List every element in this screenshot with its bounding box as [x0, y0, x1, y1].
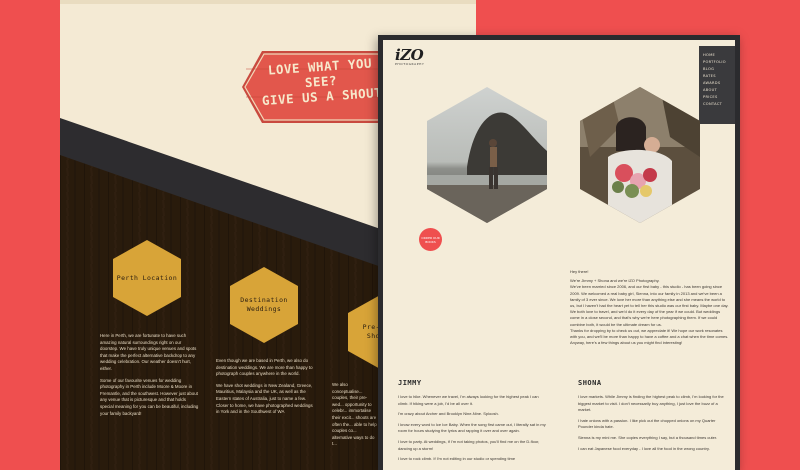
prewedding-paragraph: We also conceptualise... couples, their … [332, 382, 378, 452]
shona-photo-hex [580, 87, 700, 223]
destination-paragraph: Even though we are based in Perth, we al… [216, 358, 316, 416]
shona-facts: I love markets. While Jimmy is finding t… [578, 394, 728, 456]
intro-line-5: Anyway, here's a few things about us you… [570, 340, 683, 346]
intro-line-4: Thanks for dropping by to check us out, … [570, 327, 729, 340]
logo-subtitle: PHOTOGRAPHY [395, 62, 425, 66]
jimmy-heading: JIMMY [398, 379, 422, 387]
shona-fact-2: I hate onions with a passion. I like pic… [578, 417, 716, 430]
order-books-button[interactable]: ORDER OUR BOOKS [419, 228, 442, 251]
shout-headline: LOVE WHAT YOU SEE? GIVE US A SHOUT [257, 55, 386, 109]
intro-text: Hey there! We're Jimmy + Shona and we're… [570, 269, 730, 346]
jimmy-fact-5: I love to rock climb. If I'm not editing… [398, 456, 516, 462]
shona-fact-3: Sienna is my mini me. She copies everyth… [578, 434, 718, 440]
nav-item-portfolio[interactable]: PORTFOLIO [699, 59, 735, 66]
nav-menu: HOME PORTFOLIO BLOG RATES AWARDS ABOUT P… [699, 46, 735, 124]
shona-fact-1: I love markets. While Jimmy is finding t… [578, 394, 724, 413]
jimmy-fact-3: I know every word to Ice Ice Baby. When … [398, 421, 546, 434]
intro-greeting: Hey there! [570, 269, 589, 274]
intro-line-2: We've been married since 2006, and our f… [570, 284, 729, 309]
nav-item-blog[interactable]: BLOG [699, 66, 735, 73]
perth-paragraph: Here in Perth, we are fortunate to have … [100, 333, 200, 417]
nav-item-rates[interactable]: RATES [699, 73, 735, 80]
destination-weddings-label: Destination Weddings [240, 296, 288, 313]
shona-heading: SHONA [578, 379, 602, 387]
destination-paragraph-2: We have shot weddings in New Zealand, Gr… [216, 382, 313, 415]
nav-item-awards[interactable]: AWARDS [699, 80, 735, 87]
nav-item-about[interactable]: ABOUT [699, 87, 735, 94]
nav-item-contact[interactable]: CONTACT [699, 101, 735, 108]
intro-line-3: We both love to travel, and we'd do it e… [570, 309, 721, 327]
shona-fact-4: I can eat Japanese food everyday - I lov… [578, 445, 710, 451]
destination-paragraph-1: Even though we are based in Perth, we al… [216, 358, 313, 377]
perth-location-label: Perth Location [116, 273, 178, 282]
nav-item-prices[interactable]: PRICES [699, 94, 735, 101]
perth-location-hex[interactable]: Perth Location [113, 240, 181, 316]
prewedding-paragraph-1: We also conceptualise... couples, their … [332, 382, 377, 447]
jimmy-facts: I love to hike. Whenever we travel, I'm … [398, 394, 548, 467]
destination-weddings-hex[interactable]: Destination Weddings [230, 267, 298, 343]
jimmy-fact-2: I'm crazy about Archer and Brooklyn Nine… [398, 411, 499, 417]
right-page-mockup: iZO PHOTOGRAPHY HOME PORTFOLIO BLOG RATE… [378, 35, 740, 470]
perth-paragraph-2: Some of our favourite venues for wedding… [100, 377, 199, 416]
jimmy-fact-1: I love to hike. Whenever we travel, I'm … [398, 394, 539, 406]
nav-item-home[interactable]: HOME [699, 52, 735, 59]
jimmy-photo-hex [427, 87, 547, 223]
jimmy-fact-4: I love to party. At weddings, if I'm not… [398, 438, 540, 451]
perth-paragraph-1: Here in Perth, we are fortunate to have … [100, 333, 197, 371]
